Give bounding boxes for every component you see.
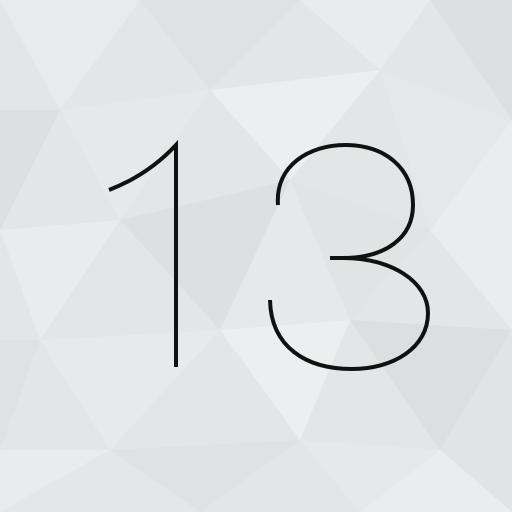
digit-one	[108, 139, 178, 367]
app-icon-tile[interactable]: 13	[0, 0, 512, 512]
number-glyph	[108, 139, 431, 372]
digit-three	[268, 142, 431, 372]
